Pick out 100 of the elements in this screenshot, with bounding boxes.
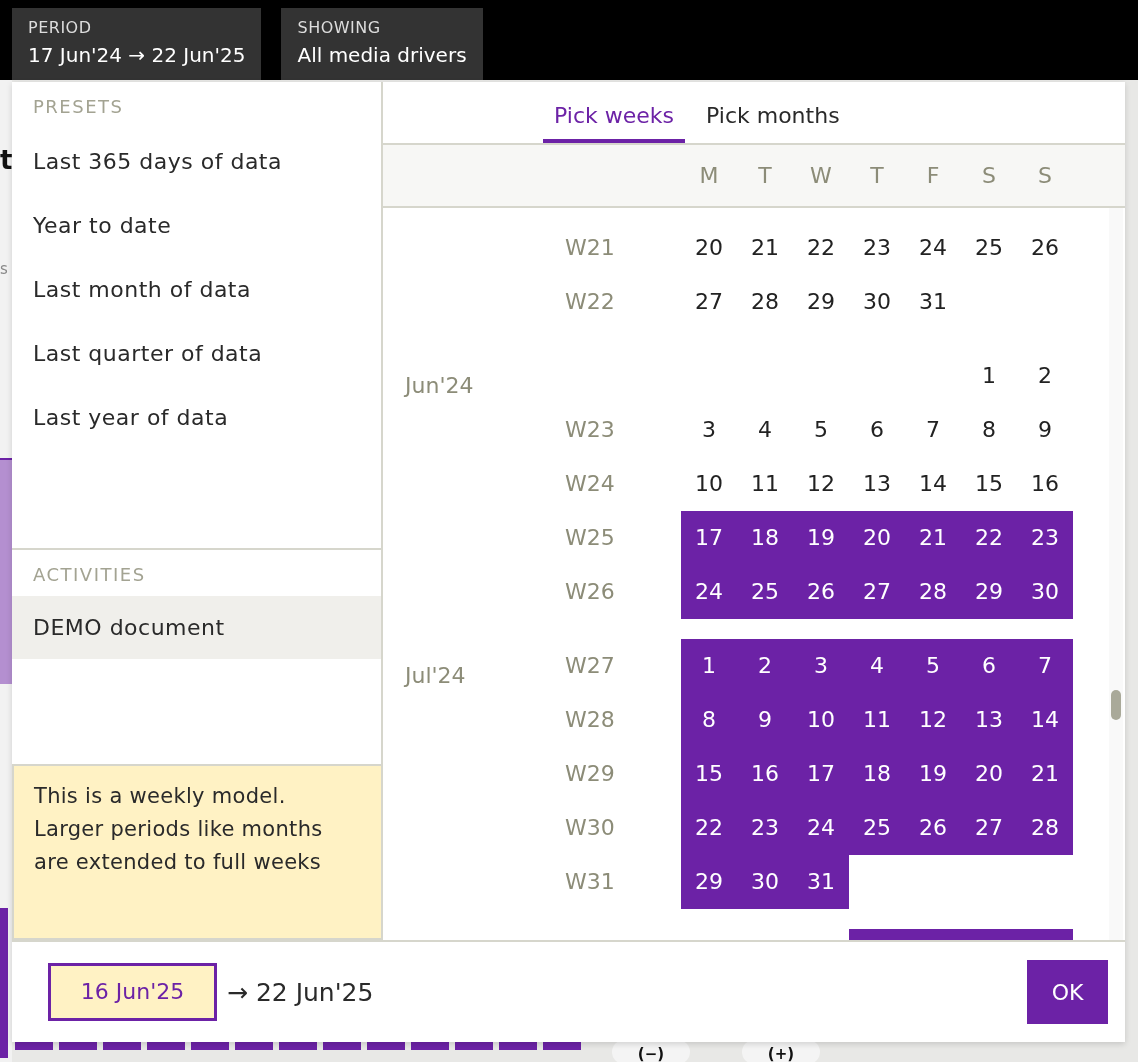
day-cell[interactable]: 24 xyxy=(905,221,961,275)
day-cell[interactable]: 17 xyxy=(681,511,737,565)
day-cell[interactable]: 8 xyxy=(961,403,1017,457)
day-cell[interactable]: 30 xyxy=(1017,565,1073,619)
day-cell[interactable]: 22 xyxy=(681,801,737,855)
preset-item[interactable]: Last quarter of data xyxy=(12,322,381,386)
scrollbar[interactable] xyxy=(1109,208,1123,940)
end-date: → 22 Jun'25 xyxy=(227,977,374,1007)
day-cell[interactable]: 13 xyxy=(961,693,1017,747)
weekday-label: F xyxy=(925,163,941,188)
day-cell[interactable]: 10 xyxy=(793,693,849,747)
day-cell[interactable]: 20 xyxy=(849,511,905,565)
tab[interactable]: Pick months xyxy=(695,103,851,143)
day-cell[interactable]: 22 xyxy=(961,511,1017,565)
section-title: PRESETS xyxy=(32,95,125,119)
day-cell[interactable]: 18 xyxy=(737,511,793,565)
day-cell[interactable]: 23 xyxy=(849,221,905,275)
day-cell[interactable]: 27 xyxy=(681,275,737,329)
day-cell[interactable]: 2 xyxy=(1017,349,1073,403)
day-cell[interactable]: 7 xyxy=(1017,639,1073,693)
day-cell[interactable]: 25 xyxy=(961,221,1017,275)
day-cell[interactable]: 28 xyxy=(1017,801,1073,855)
day-cell[interactable]: 21 xyxy=(737,221,793,275)
day-cell[interactable]: 24 xyxy=(793,801,849,855)
day-cell[interactable]: 26 xyxy=(1017,221,1073,275)
day-cell[interactable]: 11 xyxy=(737,457,793,511)
day-cell[interactable]: 18 xyxy=(849,747,905,801)
day-cell[interactable]: 14 xyxy=(1017,693,1073,747)
day-cell[interactable]: 3 xyxy=(793,639,849,693)
day-cell[interactable]: 24 xyxy=(681,565,737,619)
weekday-label: S xyxy=(981,163,997,188)
day-cell[interactable]: 12 xyxy=(905,693,961,747)
day-cell[interactable]: 5 xyxy=(793,403,849,457)
month-label: Jun'24 xyxy=(405,373,474,398)
day-cell[interactable]: 28 xyxy=(737,275,793,329)
day-cell[interactable]: 9 xyxy=(737,693,793,747)
day-cell[interactable]: 26 xyxy=(793,565,849,619)
day-cell[interactable]: 12 xyxy=(793,457,849,511)
day-cell[interactable]: 6 xyxy=(849,403,905,457)
page-heading: t xyxy=(0,144,13,177)
filter-chip[interactable]: SHOWING All media drivers xyxy=(281,8,483,80)
day-cell[interactable]: 23 xyxy=(1017,511,1073,565)
info-note: This is a weekly model. Larger periods like months are extended to full weeks xyxy=(12,764,381,940)
day-cell[interactable]: 27 xyxy=(849,565,905,619)
day-cell[interactable]: 23 xyxy=(737,801,793,855)
day-cell[interactable]: 7 xyxy=(905,403,961,457)
day-cell[interactable]: 17 xyxy=(793,747,849,801)
weekday-label: S xyxy=(1037,163,1053,188)
day-cell[interactable]: 15 xyxy=(961,457,1017,511)
weekday-label: T xyxy=(757,163,773,188)
day-cell[interactable]: 2 xyxy=(737,639,793,693)
day-cell[interactable]: 16 xyxy=(737,747,793,801)
start-date-field[interactable]: 16 Jun'25 xyxy=(48,963,217,1021)
preset-item[interactable]: Last 365 days of data xyxy=(12,130,381,194)
day-cell[interactable]: 29 xyxy=(793,275,849,329)
day-cell[interactable]: 11 xyxy=(849,693,905,747)
preset-item[interactable]: Year to date xyxy=(12,194,381,258)
day-cell[interactable]: 15 xyxy=(681,747,737,801)
day-cell[interactable]: 25 xyxy=(737,565,793,619)
day-cell[interactable]: 3 xyxy=(681,403,737,457)
day-cell[interactable]: 30 xyxy=(849,275,905,329)
preset-item[interactable]: Last year of data xyxy=(12,386,381,450)
day-cell[interactable]: 4 xyxy=(737,403,793,457)
day-cell[interactable]: 1 xyxy=(681,639,737,693)
day-cell[interactable]: 13 xyxy=(849,457,905,511)
day-cell[interactable]: 22 xyxy=(793,221,849,275)
day-cell[interactable]: 8 xyxy=(681,693,737,747)
day-cell[interactable]: 20 xyxy=(681,221,737,275)
day-cell[interactable]: 25 xyxy=(849,801,905,855)
zoom-in-button[interactable]: (+) xyxy=(742,1040,820,1062)
day-cell[interactable]: 20 xyxy=(961,747,1017,801)
activity-item[interactable]: DEMO document xyxy=(12,596,381,659)
day-cell[interactable]: 28 xyxy=(905,565,961,619)
day-cell[interactable]: 4 xyxy=(849,639,905,693)
ok-button[interactable]: OK xyxy=(1027,960,1108,1024)
day-cell[interactable]: 9 xyxy=(1017,403,1073,457)
day-cell[interactable]: 26 xyxy=(905,801,961,855)
day-cell[interactable]: 30 xyxy=(737,855,793,909)
day-cell[interactable]: 29 xyxy=(961,565,1017,619)
day-cell[interactable]: 31 xyxy=(793,855,849,909)
day-cell[interactable]: 19 xyxy=(793,511,849,565)
section-title: ACTIVITIES xyxy=(32,563,147,587)
day-cell[interactable]: 1 xyxy=(961,349,1017,403)
zoom-out-button[interactable]: (−) xyxy=(612,1040,690,1062)
day-cell[interactable]: 27 xyxy=(961,801,1017,855)
day-cell[interactable]: 31 xyxy=(905,275,961,329)
preset-item[interactable]: Last month of data xyxy=(12,258,381,322)
day-cell[interactable]: 16 xyxy=(1017,457,1073,511)
day-cell[interactable]: 5 xyxy=(905,639,961,693)
day-cell[interactable]: 19 xyxy=(905,747,961,801)
weekday-label: M xyxy=(698,163,720,188)
weekday-label: W xyxy=(809,163,833,188)
day-cell[interactable]: 6 xyxy=(961,639,1017,693)
day-cell[interactable]: 21 xyxy=(1017,747,1073,801)
day-cell[interactable]: 10 xyxy=(681,457,737,511)
day-cell[interactable]: 29 xyxy=(681,855,737,909)
weekday-label: T xyxy=(869,163,885,188)
day-cell[interactable]: 21 xyxy=(905,511,961,565)
day-cell[interactable]: 14 xyxy=(905,457,961,511)
filter-chip[interactable]: PERIOD 17 Jun'24 → 22 Jun'25 xyxy=(12,8,262,80)
